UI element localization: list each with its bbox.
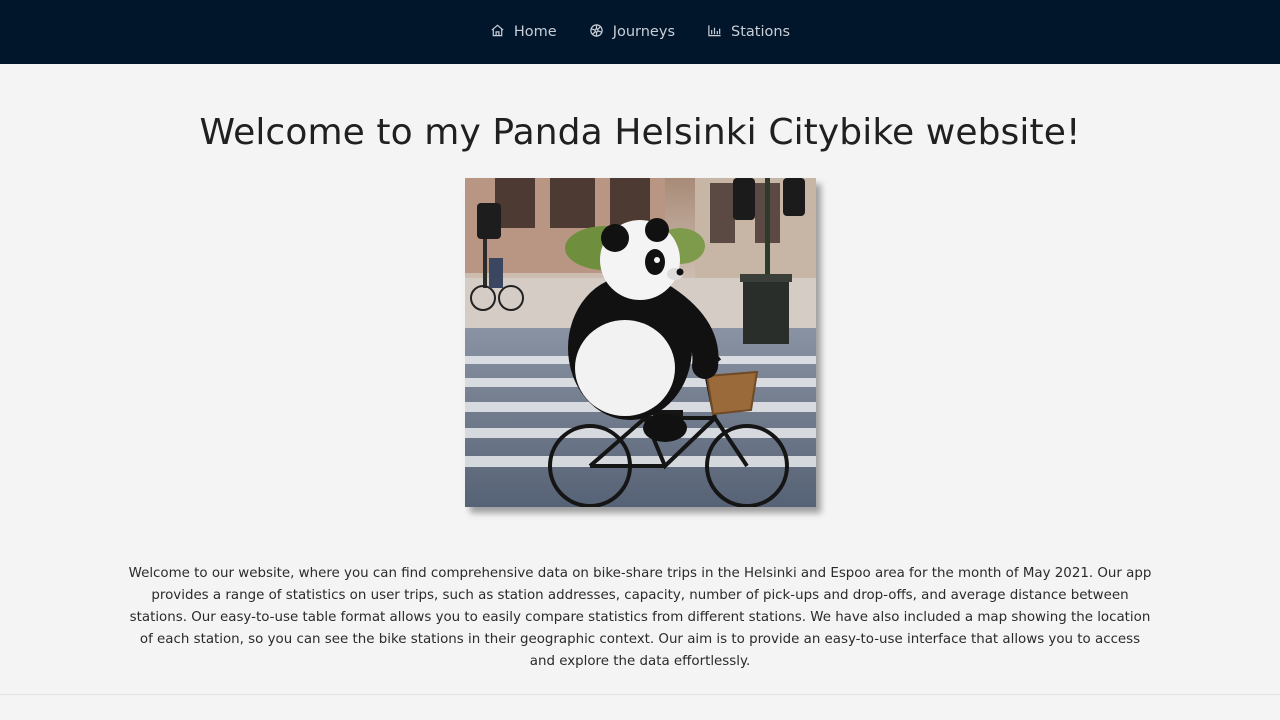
panda-cyclist-image bbox=[465, 178, 816, 507]
bar-chart-icon bbox=[707, 23, 722, 42]
nav-item-home[interactable]: Home bbox=[474, 0, 573, 64]
panda-on-bicycle-illustration bbox=[465, 178, 816, 507]
intro-paragraph: Welcome to our website, where you can fi… bbox=[128, 566, 1152, 669]
nav-item-label: Journeys bbox=[612, 24, 675, 40]
bike-wheel-icon bbox=[589, 23, 604, 42]
footer-divider bbox=[0, 694, 1280, 695]
nav-menu: Home Journeys Stations bbox=[474, 0, 806, 64]
nav-item-label: Home bbox=[513, 24, 557, 40]
home-icon bbox=[490, 23, 505, 42]
nav-item-stations[interactable]: Stations bbox=[691, 0, 806, 64]
nav-item-label: Stations bbox=[731, 24, 791, 40]
top-navbar: Home Journeys Stations bbox=[0, 0, 1280, 64]
page-title: Welcome to my Panda Helsinki Citybike we… bbox=[199, 112, 1081, 153]
nav-item-journeys[interactable]: Journeys bbox=[573, 0, 691, 64]
